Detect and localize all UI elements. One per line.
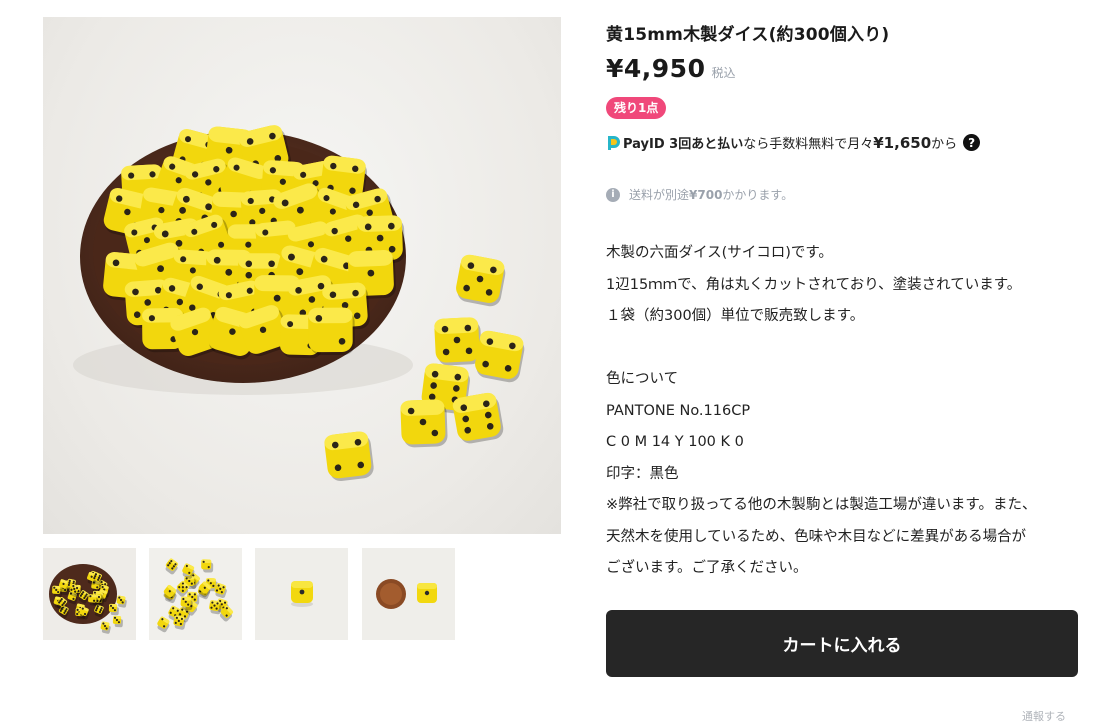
description-line <box>606 333 1076 365</box>
description-line: 色について <box>606 371 679 387</box>
add-to-cart-button[interactable]: カートに入れる <box>606 610 1078 677</box>
payid-amount: ¥1,650 <box>873 133 932 152</box>
payid-text-end: から <box>931 137 958 152</box>
payid-text: なら手数料無料で月々 <box>743 137 874 152</box>
shipping-fee: ¥700 <box>689 187 723 202</box>
main-product-image[interactable] <box>43 17 561 534</box>
description-line: C 0 M 14 Y 100 K 0 <box>606 434 744 450</box>
shipping-prefix: 送料が別途 <box>629 188 690 202</box>
shipping-suffix: かかります。 <box>722 188 794 202</box>
thumbnail-2[interactable] <box>149 548 242 640</box>
description-line: 木製の六面ダイス(サイコロ)です。 <box>606 245 833 261</box>
description-line: ※弊社で取り扱ってる他の木製駒とは製造工場が違います。また、 <box>606 497 1037 513</box>
description-line: 印字：黒色 <box>606 465 679 482</box>
help-icon[interactable]: ? <box>963 134 981 151</box>
thumbnail-4[interactable] <box>362 548 455 640</box>
price-row: ¥4,950 税込 <box>606 54 736 83</box>
product-title: 黄15mm木製ダイス(約300個入り) <box>606 25 890 45</box>
payid-installment-row: PayID 3回あと払い なら手数料無料で月々 ¥1,650 から ? <box>606 133 981 152</box>
stock-badge: 残り1点 <box>606 97 667 119</box>
description-line: ございます。ご了承ください。 <box>606 560 808 576</box>
payid-brand: PayID 3回あと払い <box>623 137 744 152</box>
description-line: 1辺15ｍｍで、角は丸くカットされており、塗装されています。 <box>606 276 1022 293</box>
description-line: 天然木を使用しているため、色味や木目などに差異がある場合が <box>606 528 1027 545</box>
thumbnail-3[interactable] <box>255 548 348 640</box>
price: ¥4,950 <box>606 54 706 83</box>
description-line: １袋（約300個）単位で販売致します。 <box>606 308 865 324</box>
shipping-note: i 送料が別途 ¥700 かかります。 <box>606 186 793 203</box>
description-line: PANTONE No.116CP <box>606 402 751 419</box>
thumbnail-1[interactable] <box>43 548 136 640</box>
payid-logo-icon <box>608 135 620 150</box>
product-description: 木製の六面ダイス(サイコロ)です。 1辺15ｍｍで、角は丸くカットされており、塗… <box>606 238 1076 585</box>
info-icon: i <box>606 187 620 202</box>
report-link[interactable]: 通報する <box>1022 708 1066 724</box>
tax-label: 税込 <box>711 66 736 80</box>
